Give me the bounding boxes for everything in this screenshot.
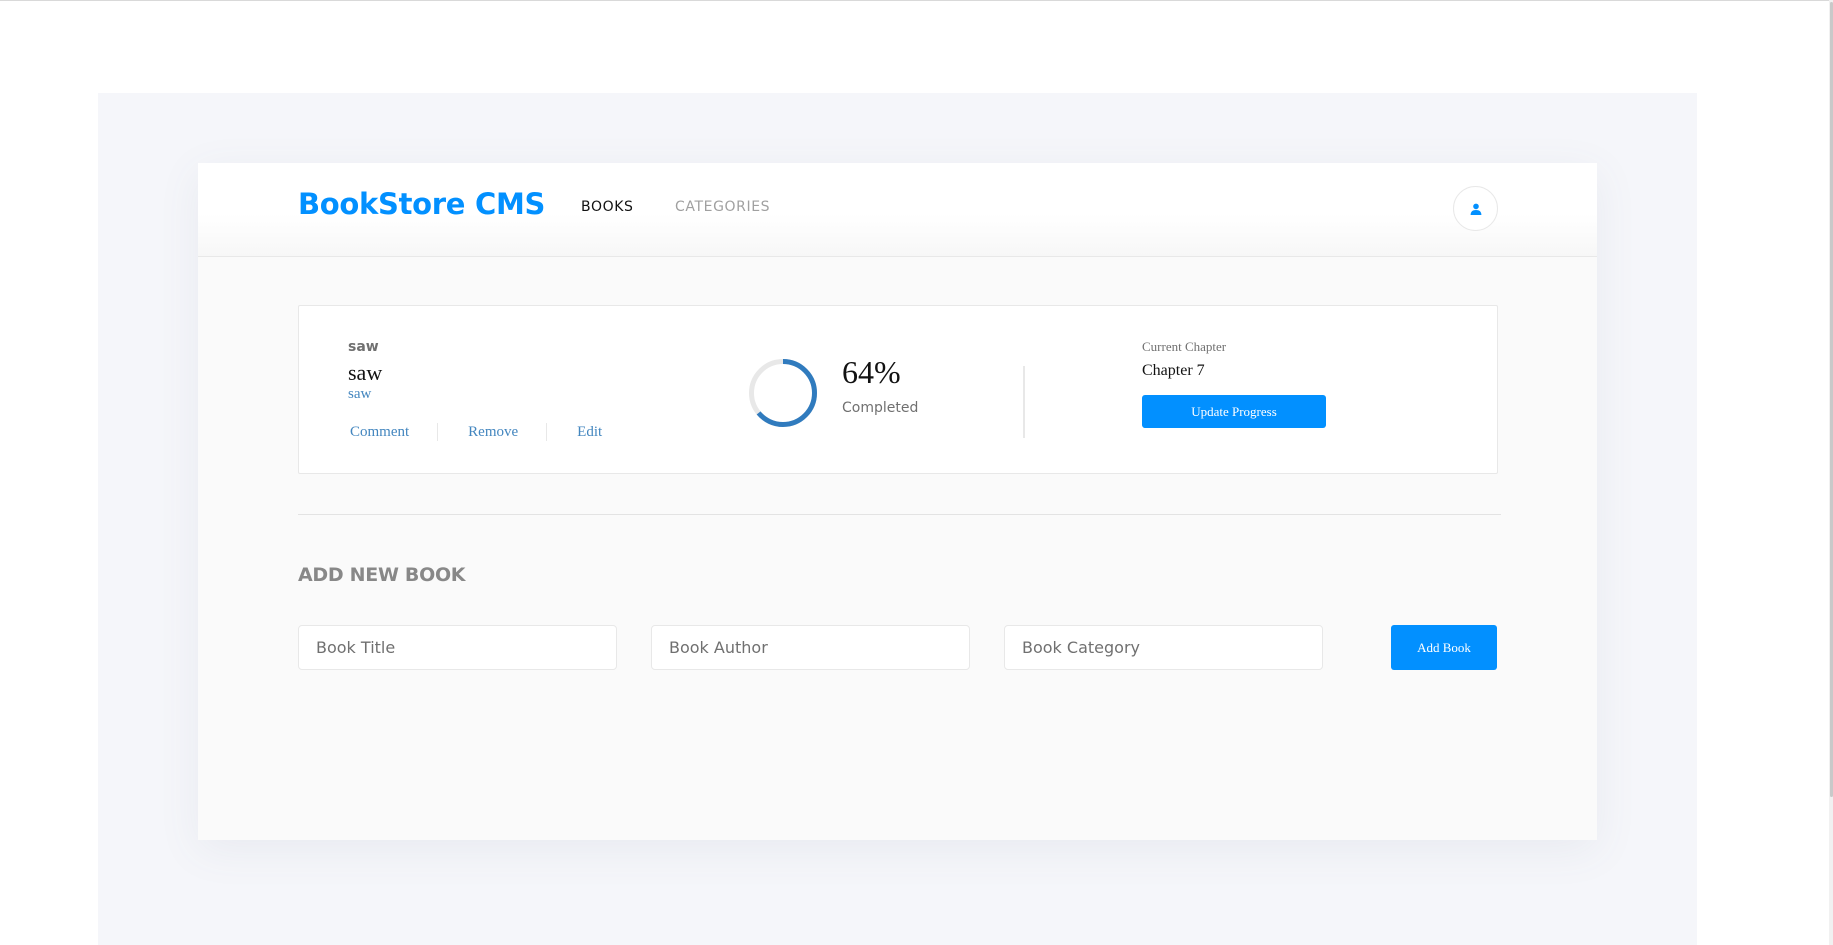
- top-navbar: BookStore CMS BOOKS CATEGORIES: [198, 163, 1597, 257]
- main-panel: BookStore CMS BOOKS CATEGORIES saw saw s…: [198, 163, 1597, 840]
- add-book-button[interactable]: Add Book: [1391, 625, 1497, 670]
- action-divider: [437, 423, 439, 441]
- book-category-input[interactable]: [1004, 625, 1323, 670]
- browser-top-border: [0, 0, 1833, 1]
- section-divider: [298, 514, 1501, 515]
- progress-label: Completed: [842, 400, 919, 416]
- nav-categories-link[interactable]: CATEGORIES: [675, 199, 770, 215]
- current-chapter-label: Current Chapter: [1142, 339, 1227, 354]
- edit-button[interactable]: Edit: [577, 424, 602, 441]
- book-category: saw: [348, 339, 379, 355]
- action-divider: [546, 423, 548, 441]
- current-chapter-value: Chapter 7: [1142, 362, 1205, 379]
- book-title: saw: [348, 360, 383, 385]
- progress-circle: [749, 359, 817, 427]
- app-logo[interactable]: BookStore CMS: [298, 187, 545, 221]
- book-actions: Comment Remove Edit: [350, 423, 602, 441]
- book-card: saw saw saw Comment Remove Edit 64% Comp…: [298, 305, 1498, 474]
- remove-button[interactable]: Remove: [468, 424, 518, 441]
- book-title-input[interactable]: [298, 625, 617, 670]
- update-progress-button[interactable]: Update Progress: [1142, 395, 1326, 428]
- user-avatar-button[interactable]: [1453, 186, 1498, 231]
- user-icon: [1470, 203, 1481, 215]
- scrollbar[interactable]: [1829, 0, 1833, 945]
- nav-books-link[interactable]: BOOKS: [581, 199, 633, 215]
- add-book-heading: ADD NEW BOOK: [298, 564, 466, 586]
- progress-percent: 64%: [842, 354, 901, 390]
- book-author-input[interactable]: [651, 625, 970, 670]
- card-divider: [1023, 366, 1025, 438]
- book-author: saw: [348, 386, 372, 402]
- comment-button[interactable]: Comment: [350, 424, 409, 441]
